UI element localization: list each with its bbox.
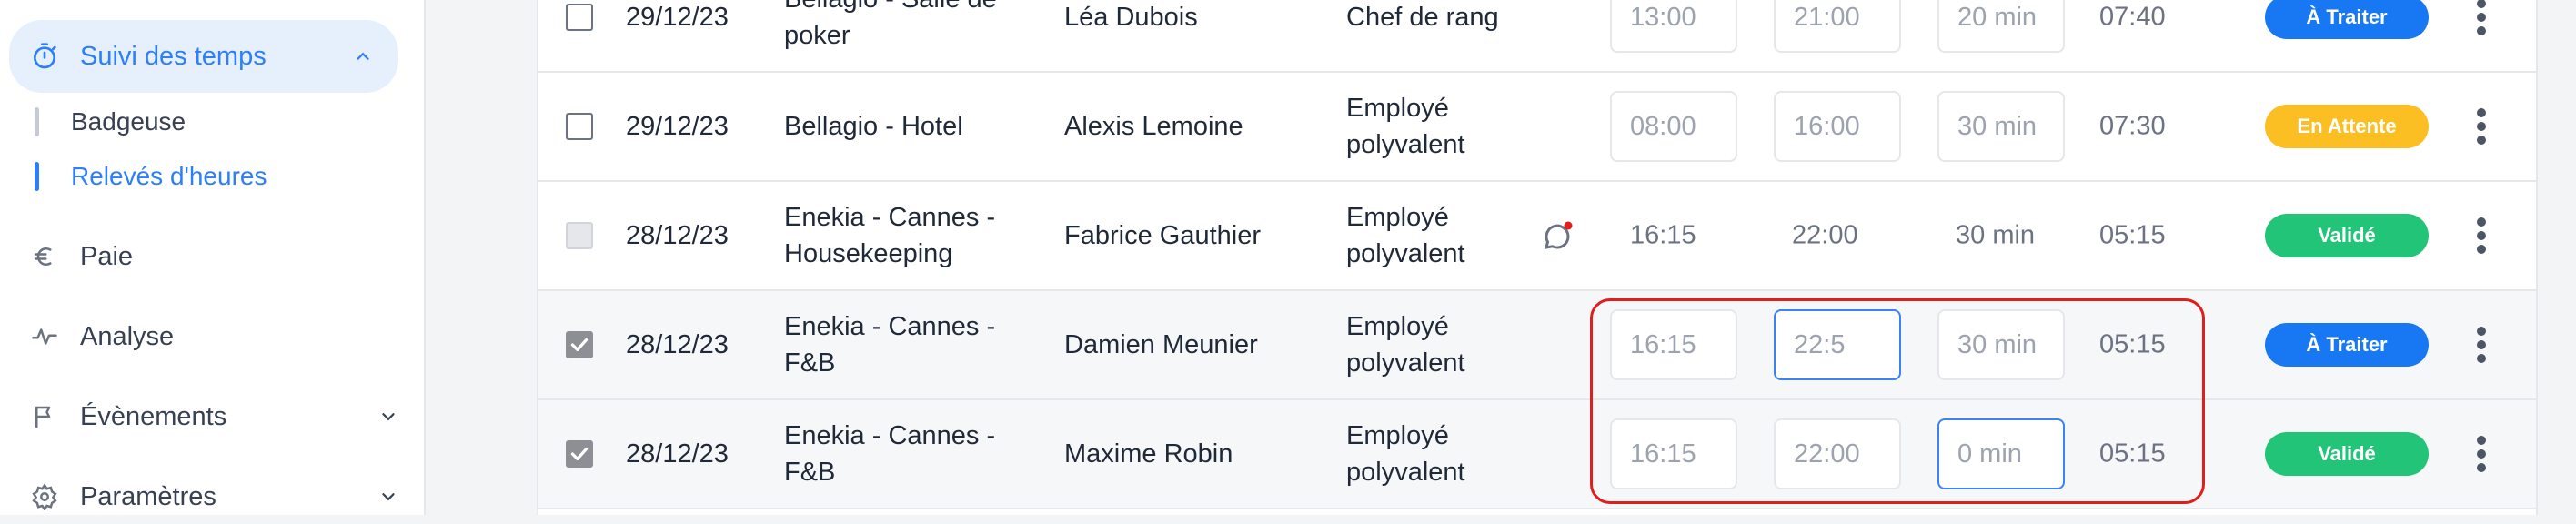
- flag-icon: [29, 401, 60, 432]
- start-time-input[interactable]: 08:00: [1610, 91, 1737, 162]
- break-input-focused[interactable]: 0 min: [1937, 418, 2065, 489]
- end-time-input[interactable]: 22:00: [1774, 418, 1901, 489]
- row-checkbox-checked[interactable]: [566, 331, 593, 358]
- end-time-input[interactable]: 16:00: [1774, 91, 1901, 162]
- sidebar-item-suivi-des-temps[interactable]: Suivi des temps: [9, 20, 398, 93]
- total-hours: 07:30: [2099, 111, 2166, 141]
- site-cell: Enekia - Cannes - F&B: [784, 312, 996, 378]
- table-row: 29/12/23 Bellagio - Salle de poker Léa D…: [538, 0, 2536, 73]
- more-options-icon[interactable]: [2476, 436, 2487, 472]
- sidebar-subitem-label: Badgeuse: [71, 107, 186, 136]
- chevron-down-icon[interactable]: [378, 487, 398, 507]
- total-hours: 05:15: [2099, 220, 2166, 250]
- more-options-icon[interactable]: [2476, 327, 2487, 363]
- sidebar-item-analyse[interactable]: Analyse: [29, 309, 393, 364]
- comment-icon[interactable]: [1541, 220, 1574, 253]
- total-hours: 07:40: [2099, 2, 2166, 32]
- chevron-down-icon[interactable]: [378, 407, 398, 427]
- sidebar-subitem-releves-heures[interactable]: Relevés d'heures: [35, 158, 267, 195]
- activity-icon: [29, 321, 60, 352]
- role-cell: Employé polyvalent: [1346, 421, 1465, 487]
- stopwatch-icon: [29, 41, 60, 72]
- more-options-icon[interactable]: [2476, 217, 2487, 254]
- date-cell: 28/12/23: [626, 221, 729, 250]
- check-icon: [570, 338, 589, 352]
- sidebar-subitem-badgeuse[interactable]: Badgeuse: [35, 104, 186, 140]
- sidebar-item-label: Paie: [80, 241, 134, 271]
- site-cell: Bellagio - Hotel: [784, 112, 963, 141]
- break-input[interactable]: 20 min: [1937, 0, 2065, 53]
- site-cell: Enekia - Cannes - Housekeeping: [784, 203, 996, 268]
- employee-name-cell: Maxime Robin: [1064, 439, 1233, 469]
- site-cell: Enekia - Cannes - F&B: [784, 421, 996, 487]
- sidebar-item-label: Analyse: [80, 321, 175, 351]
- employee-name-cell: Léa Dubois: [1064, 3, 1198, 32]
- table-row: 29/12/23 Bellagio - Hotel Alexis Lemoine…: [538, 73, 2536, 182]
- start-time-input[interactable]: 13:00: [1610, 0, 1737, 53]
- date-cell: 28/12/23: [626, 330, 729, 359]
- row-checkbox-checked[interactable]: [566, 440, 593, 468]
- table-row-selected: 28/12/23 Enekia - Cannes - F&B Damien Me…: [538, 291, 2536, 400]
- employee-name-cell: Alexis Lemoine: [1064, 112, 1243, 141]
- row-checkbox[interactable]: [566, 4, 593, 31]
- timesheet-table: 29/12/23 Bellagio - Salle de poker Léa D…: [537, 0, 2538, 515]
- gear-icon: [29, 481, 60, 512]
- more-options-icon[interactable]: [2476, 0, 2487, 35]
- table-row-selected: 28/12/23 Enekia - Cannes - F&B Maxime Ro…: [538, 400, 2536, 509]
- total-hours: 05:15: [2099, 438, 2166, 469]
- role-cell: Chef de rang: [1346, 3, 1499, 32]
- status-badge[interactable]: En Attente: [2265, 105, 2429, 148]
- sidebar-item-evenements[interactable]: Évènements: [29, 389, 395, 444]
- table-row: 28/12/23 Enekia - Cannes - Housekeeping …: [538, 182, 2536, 291]
- sidebar-item-paie[interactable]: Paie: [29, 229, 393, 284]
- break-input[interactable]: 30 min: [1937, 91, 2065, 162]
- date-cell: 29/12/23: [626, 112, 729, 141]
- end-time-input[interactable]: 21:00: [1774, 0, 1901, 53]
- date-cell: 29/12/23: [626, 3, 729, 32]
- start-time-input[interactable]: 16:15: [1610, 418, 1737, 489]
- subitem-indicator: [35, 107, 39, 136]
- row-checkbox[interactable]: [566, 113, 593, 140]
- status-badge[interactable]: À Traiter: [2265, 323, 2429, 367]
- row-checkbox-disabled: [566, 222, 593, 249]
- end-time-input-focused[interactable]: 22:5: [1774, 309, 1901, 380]
- status-badge[interactable]: Validé: [2265, 432, 2429, 476]
- break-duration: 30 min: [1956, 220, 2036, 250]
- sidebar-item-label: Suivi des temps: [80, 41, 267, 71]
- break-input[interactable]: 30 min: [1937, 309, 2065, 380]
- role-cell: Employé polyvalent: [1346, 203, 1465, 268]
- end-time: 22:00: [1792, 220, 1858, 250]
- subitem-indicator-active: [35, 162, 39, 191]
- site-cell: Bellagio - Salle de poker: [784, 0, 997, 50]
- sidebar: Suivi des temps Badgeuse Relevés d'heure…: [0, 0, 426, 515]
- check-icon: [570, 447, 589, 461]
- sidebar-item-parametres[interactable]: Paramètres: [29, 469, 395, 524]
- status-badge[interactable]: Validé: [2265, 214, 2429, 257]
- start-time: 16:15: [1630, 220, 1696, 250]
- euro-icon: [29, 241, 60, 272]
- total-hours: 05:15: [2099, 329, 2166, 359]
- status-badge[interactable]: À Traiter: [2265, 0, 2429, 39]
- chevron-up-icon[interactable]: [353, 46, 373, 66]
- more-options-icon[interactable]: [2476, 108, 2487, 145]
- role-cell: Employé polyvalent: [1346, 312, 1465, 378]
- employee-name-cell: Damien Meunier: [1064, 330, 1258, 359]
- date-cell: 28/12/23: [626, 439, 729, 469]
- sidebar-item-label: Paramètres: [80, 481, 216, 511]
- role-cell: Employé polyvalent: [1346, 94, 1465, 159]
- sidebar-subitem-label: Relevés d'heures: [71, 162, 267, 190]
- sidebar-item-label: Évènements: [80, 401, 227, 431]
- start-time-input[interactable]: 16:15: [1610, 309, 1737, 380]
- employee-name-cell: Fabrice Gauthier: [1064, 221, 1261, 250]
